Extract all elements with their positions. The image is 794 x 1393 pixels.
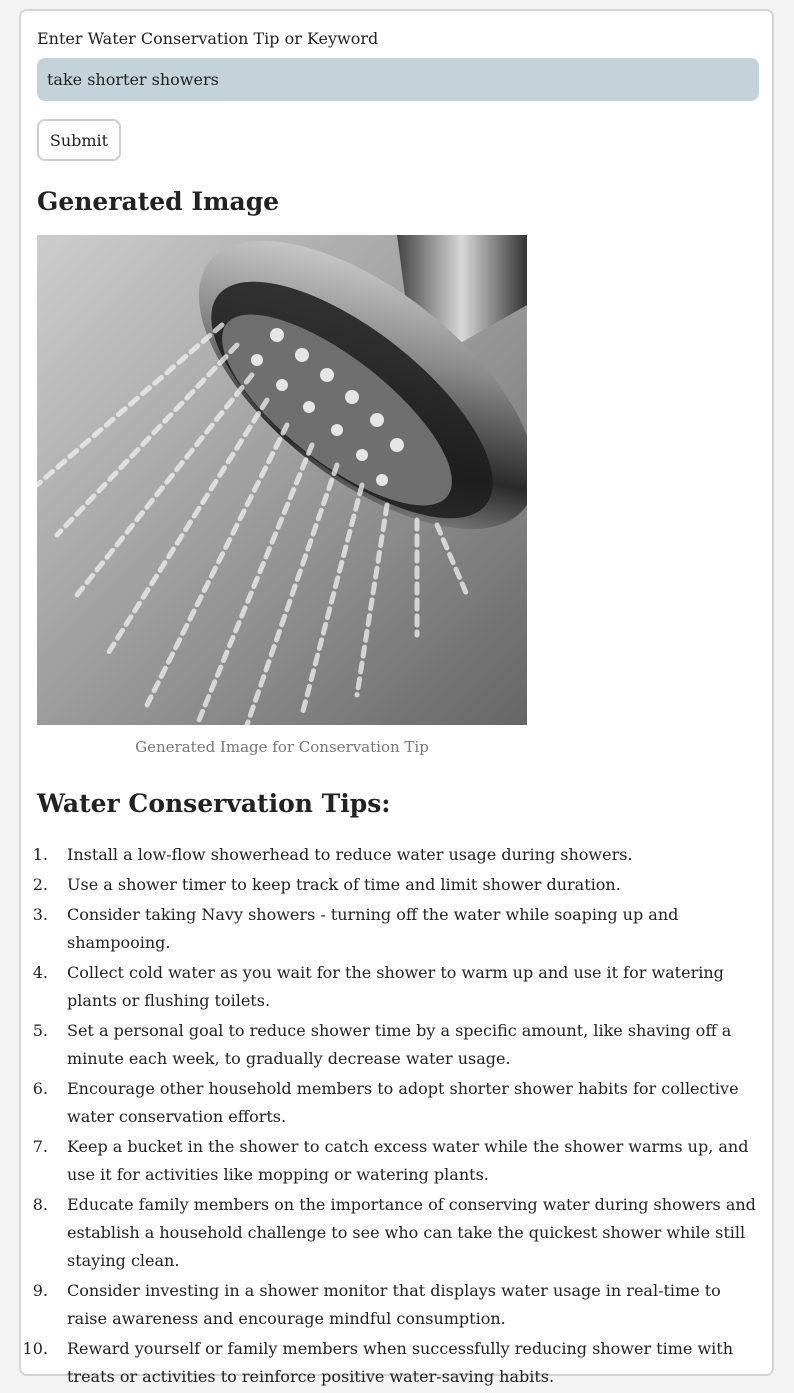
main-card: Enter Water Conservation Tip or Keyword … xyxy=(19,9,774,1386)
list-item: 2. Use a shower timer to keep track of ti… xyxy=(32,875,621,894)
list-item: 4. Collect cold water as you wait for the… xyxy=(32,963,724,1010)
list-item: 3. Consider taking Navy showers - turning… xyxy=(32,905,679,952)
tip-input-label: Enter Water Conservation Tip or Keyword xyxy=(37,29,379,48)
tip-input[interactable] xyxy=(37,58,759,101)
list-item: 5. Set a personal goal to reduce shower t… xyxy=(32,1021,732,1068)
list-item: 9. Consider investing in a shower monitor… xyxy=(32,1281,721,1328)
list-item: 6. Encourage other household members to a… xyxy=(32,1079,739,1126)
list-item: 7. Keep a bucket in the shower to catch e… xyxy=(32,1137,749,1184)
submit-button[interactable]: Submit xyxy=(37,119,121,161)
list-item: 1. Install a low-flow showerhead to reduc… xyxy=(32,845,633,864)
tips-title: Water Conservation Tips: xyxy=(37,789,391,818)
list-item: 8. Educate family members on the importan… xyxy=(32,1195,756,1270)
list-item: 10. Reward yourself or family members whe… xyxy=(22,1339,733,1386)
generated-image xyxy=(37,235,527,725)
showerhead-image xyxy=(37,235,527,725)
tips-list: 1. Install a low-flow showerhead to reduc… xyxy=(21,841,761,1393)
image-caption: Generated Image for Conservation Tip xyxy=(135,738,429,756)
generated-image-title: Generated Image xyxy=(37,187,280,216)
